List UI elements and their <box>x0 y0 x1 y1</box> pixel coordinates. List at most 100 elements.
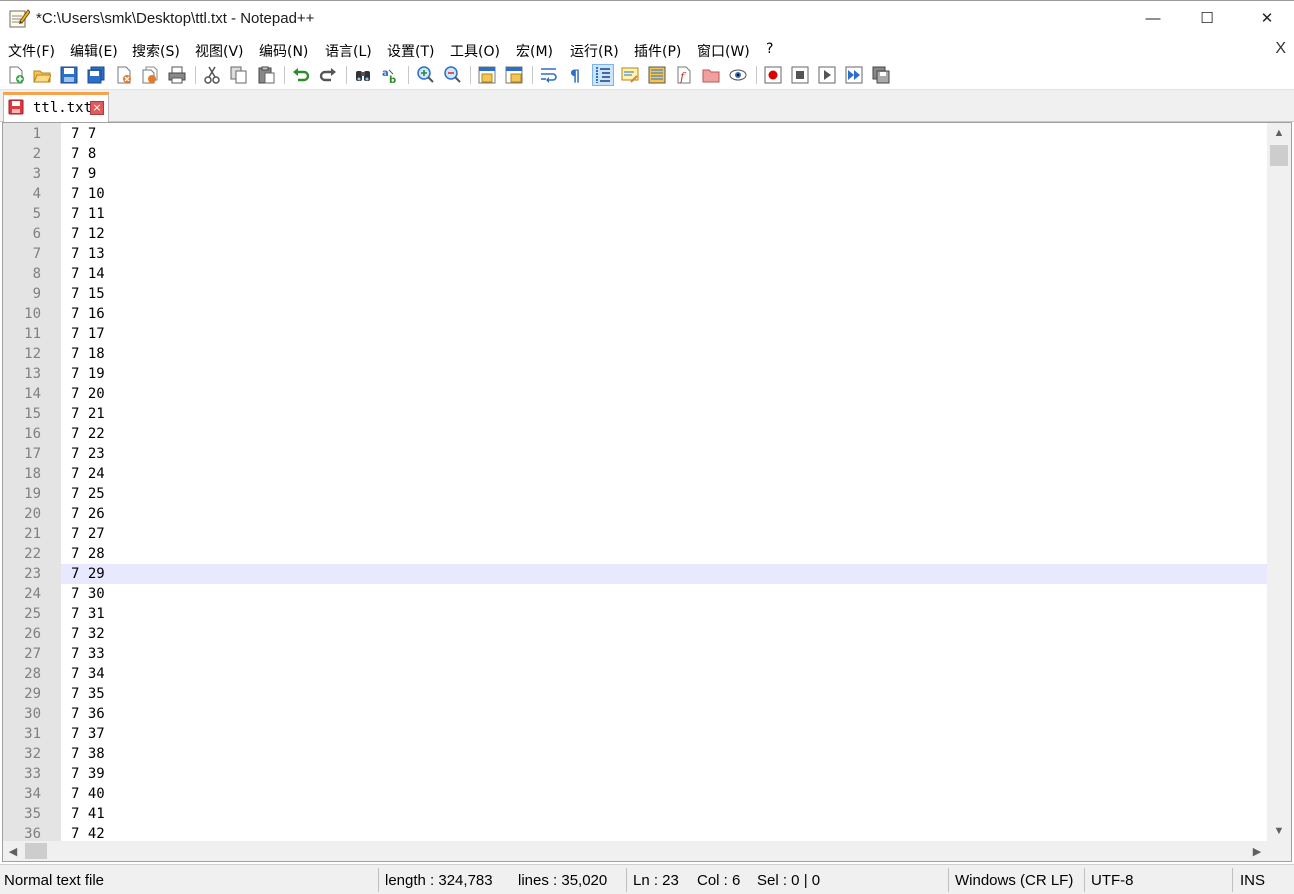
menu-macro[interactable]: 宏(M) <box>516 41 553 61</box>
code-line[interactable]: 7 11 <box>61 204 1267 224</box>
redo-icon[interactable] <box>317 64 339 86</box>
zoom-in-icon[interactable] <box>414 64 436 86</box>
paste-icon[interactable] <box>255 64 277 86</box>
tab-ttl-txt[interactable]: ttl.txt × <box>3 92 109 122</box>
line-number-gutter: 1 2 3 4 5 6 7 8 9 10 11 12 13 14 15 16 17 18 19 20 21 22 23 24 2… <box>3 123 61 841</box>
code-line[interactable]: 7 31 <box>61 604 1267 624</box>
zoom-out-icon[interactable] <box>441 64 463 86</box>
menu-encoding[interactable]: 编码(N) <box>259 41 308 61</box>
code-line[interactable]: 7 25 <box>61 484 1267 504</box>
scroll-right-icon[interactable]: ▶ <box>1247 841 1267 861</box>
scroll-left-icon[interactable]: ◀ <box>3 841 23 861</box>
menu-help[interactable]: ? <box>766 41 773 57</box>
open-file-icon[interactable] <box>31 64 53 86</box>
editor-pane[interactable]: 1 2 3 4 5 6 7 8 9 10 11 12 13 14 15 16 17 18 19 20 21 22 23 24 2… <box>2 122 1292 862</box>
document-map-icon[interactable] <box>646 64 668 86</box>
scroll-up-icon[interactable]: ▲ <box>1267 123 1291 143</box>
monitoring-icon[interactable] <box>727 64 749 86</box>
current-code-line[interactable]: 7 29 <box>61 564 1267 584</box>
code-line[interactable]: 7 33 <box>61 644 1267 664</box>
code-line[interactable]: 7 39 <box>61 764 1267 784</box>
code-line[interactable]: 7 22 <box>61 424 1267 444</box>
status-insert-mode[interactable]: INS <box>1240 869 1265 893</box>
macro-stop-icon[interactable] <box>789 64 811 86</box>
text-area[interactable]: 7 77 87 97 10 7 11 7 12 7 13 7 14 7 15 7 16 7 1… <box>61 123 1267 841</box>
code-line[interactable]: 7 34 <box>61 664 1267 684</box>
code-line[interactable]: 7 17 <box>61 324 1267 344</box>
menu-language[interactable]: 语言(L) <box>325 41 372 61</box>
code-line[interactable]: 7 24 <box>61 464 1267 484</box>
new-file-icon[interactable] <box>5 64 27 86</box>
code-line[interactable]: 7 19 <box>61 364 1267 384</box>
code-line[interactable]: 7 23 <box>61 444 1267 464</box>
minimize-button[interactable]: — <box>1128 1 1178 35</box>
close-window-button[interactable]: ✕ <box>1242 1 1292 35</box>
maximize-button[interactable]: ☐ <box>1182 1 1232 35</box>
scroll-down-icon[interactable]: ▼ <box>1267 821 1291 841</box>
horizontal-scrollbar[interactable]: ◀ ▶ <box>3 841 1267 861</box>
menu-search[interactable]: 搜索(S) <box>132 41 180 61</box>
code-line[interactable]: 7 32 <box>61 624 1267 644</box>
code-line[interactable]: 7 15 <box>61 284 1267 304</box>
sync-horizontal-icon[interactable] <box>503 64 525 86</box>
code-line[interactable]: 7 35 <box>61 684 1267 704</box>
save-all-icon[interactable] <box>85 64 107 86</box>
indent-guide-icon[interactable] <box>592 64 614 86</box>
code-line[interactable]: 7 7 <box>61 124 1267 144</box>
code-line[interactable]: 7 42 <box>61 824 1267 841</box>
code-line[interactable]: 7 26 <box>61 504 1267 524</box>
save-icon[interactable] <box>58 64 80 86</box>
undo-icon[interactable] <box>290 64 312 86</box>
code-line[interactable]: 7 20 <box>61 384 1267 404</box>
macro-record-icon[interactable] <box>762 64 784 86</box>
close-document-button[interactable]: X <box>1275 40 1286 58</box>
vertical-scroll-thumb[interactable] <box>1270 145 1288 166</box>
code-line[interactable]: 7 41 <box>61 804 1267 824</box>
code-line[interactable]: 7 18 <box>61 344 1267 364</box>
code-line[interactable]: 7 30 <box>61 584 1267 604</box>
vertical-scrollbar[interactable]: ▲ ▼ <box>1267 123 1291 841</box>
menu-settings[interactable]: 设置(T) <box>387 41 434 61</box>
code-line[interactable]: 7 27 <box>61 524 1267 544</box>
copy-icon[interactable] <box>228 64 250 86</box>
code-line[interactable]: 7 37 <box>61 724 1267 744</box>
code-line[interactable]: 7 40 <box>61 784 1267 804</box>
word-wrap-icon[interactable] <box>538 64 560 86</box>
close-all-icon[interactable] <box>139 64 161 86</box>
macro-play-icon[interactable] <box>816 64 838 86</box>
code-line[interactable]: 7 28 <box>61 544 1267 564</box>
folder-as-workspace-icon[interactable] <box>700 64 722 86</box>
code-line[interactable]: 7 13 <box>61 244 1267 264</box>
print-icon[interactable] <box>166 64 188 86</box>
macro-run-multiple-icon[interactable] <box>843 64 865 86</box>
code-line[interactable]: 7 36 <box>61 704 1267 724</box>
status-encoding[interactable]: UTF-8 <box>1091 869 1134 893</box>
sync-vertical-icon[interactable] <box>476 64 498 86</box>
close-icon[interactable] <box>113 64 135 86</box>
show-all-characters-icon[interactable]: ¶ <box>565 64 587 86</box>
menu-window[interactable]: 窗口(W) <box>697 41 750 61</box>
replace-icon[interactable]: ab <box>379 64 401 86</box>
status-eol[interactable]: Windows (CR LF) <box>955 869 1073 893</box>
cut-icon[interactable] <box>201 64 223 86</box>
user-defined-language-icon[interactable] <box>619 64 641 86</box>
code-line[interactable]: 7 8 <box>61 144 1267 164</box>
code-line[interactable]: 7 16 <box>61 304 1267 324</box>
menu-tools[interactable]: 工具(O) <box>450 41 500 61</box>
menu-run[interactable]: 运行(R) <box>570 41 619 61</box>
code-line[interactable]: 7 10 <box>61 184 1267 204</box>
find-icon[interactable] <box>352 64 374 86</box>
menu-plugins[interactable]: 插件(P) <box>634 41 681 61</box>
code-line[interactable]: 7 21 <box>61 404 1267 424</box>
menu-view[interactable]: 视图(V) <box>195 41 244 61</box>
macro-save-icon[interactable] <box>870 64 892 86</box>
tab-close-button[interactable]: × <box>90 101 104 115</box>
code-line[interactable]: 7 38 <box>61 744 1267 764</box>
menu-edit[interactable]: 编辑(E) <box>70 41 118 61</box>
code-line[interactable]: 7 14 <box>61 264 1267 284</box>
code-line[interactable]: 7 9 <box>61 164 1267 184</box>
menu-file[interactable]: 文件(F) <box>8 41 55 61</box>
function-list-icon[interactable]: f <box>673 64 695 86</box>
horizontal-scroll-thumb[interactable] <box>25 843 47 859</box>
code-line[interactable]: 7 12 <box>61 224 1267 244</box>
